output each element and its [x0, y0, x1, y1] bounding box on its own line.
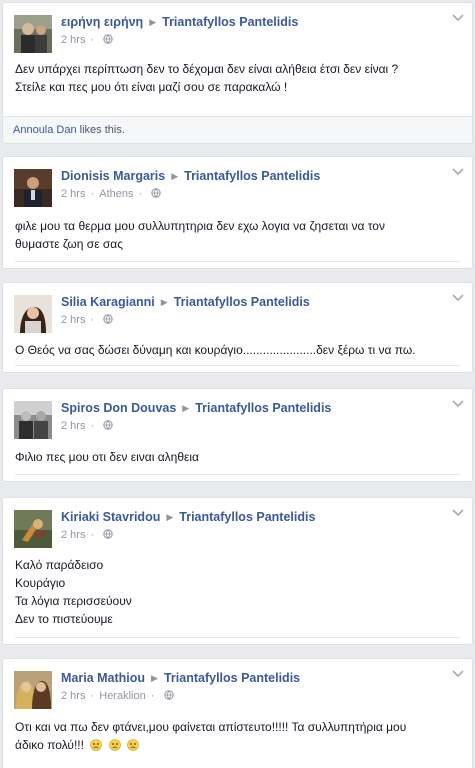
arrow-right-icon: ▶ — [149, 17, 157, 27]
target-link[interactable]: Triantafyllos Pantelidis — [179, 510, 315, 524]
avatar[interactable] — [14, 295, 52, 333]
avatar[interactable] — [14, 401, 52, 439]
message-line: Δεν υπάρχει περίπτωση δεν το δέχομαι δεν… — [15, 62, 399, 76]
message-line: άδικο πολύ!!! — [15, 736, 458, 754]
globe-icon[interactable] — [103, 34, 113, 44]
message-line: Ο Θεός να σας δώσει δύναμη και κουράγιο.… — [15, 343, 416, 357]
globe-icon[interactable] — [151, 188, 161, 198]
chevron-down-icon[interactable] — [452, 168, 464, 176]
post-meta: 2 hrs · — [61, 529, 113, 541]
post-header-names: Silia Karagianni ▶ Triantafyllos Pantelidi… — [61, 295, 310, 309]
post-meta: 2 hrs · Athens · — [61, 188, 161, 200]
timestamp[interactable]: 2 hrs — [61, 690, 85, 702]
globe-icon[interactable] — [163, 690, 174, 700]
chevron-down-icon[interactable] — [452, 400, 464, 408]
author-link[interactable]: Silia Karagianni — [61, 295, 155, 309]
post-meta: 2 hrs · — [61, 420, 113, 432]
post-message: Φιλιο πες μου οτι δεν ειναι αληθεια — [3, 441, 472, 466]
post-header-names: ειρήνη ειρήνη ▶ Triantafyllos Pantelidis — [61, 15, 298, 29]
sad-emoji-icon — [127, 739, 139, 751]
author-link[interactable]: Maria Mathiou — [61, 671, 145, 685]
post-card: Kiriaki Stavridou ▶ Triantafyllos Pantelid… — [2, 497, 473, 645]
chevron-down-icon[interactable] — [452, 670, 464, 678]
message-line: θυμαστε ζωη σε σας — [15, 237, 123, 251]
arrow-right-icon: ▶ — [166, 512, 174, 522]
arrow-right-icon: ▶ — [151, 673, 158, 683]
sad-emoji-icon — [90, 739, 103, 751]
avatar[interactable] — [14, 671, 52, 709]
post-meta: 2 hrs · — [61, 34, 113, 46]
sad-emoji-icon — [108, 739, 121, 751]
target-link[interactable]: Triantafyllos Pantelidis — [164, 671, 300, 685]
message-line: Καλό παράδεισο — [15, 558, 104, 572]
timestamp[interactable]: 2 hrs — [61, 188, 85, 200]
post-message: Οτι και να πω δεν φτάνει,μου φαίνεται απ… — [3, 711, 472, 754]
post-message: Καλό παράδεισο Κουράγιο Τα λόγια περισσε… — [3, 550, 472, 628]
post-header-names: Kiriaki Stavridou ▶ Triantafyllos Pantelid… — [61, 510, 315, 524]
location-link[interactable]: Heraklion — [99, 690, 145, 702]
message-line: φιλε μου τα θερμα μου συλλυπητηρια δεν ε… — [15, 219, 385, 233]
timestamp[interactable]: 2 hrs — [61, 34, 85, 46]
author-link[interactable]: Kiriaki Stavridou — [61, 510, 160, 524]
target-link[interactable]: Triantafyllos Pantelidis — [162, 15, 298, 29]
author-link[interactable]: Dionisis Margaris — [61, 169, 165, 183]
timestamp[interactable]: 2 hrs — [61, 529, 85, 541]
message-line: Οτι και να πω δεν φτάνει,μου φαίνεται απ… — [15, 720, 407, 734]
message-line: Στείλε και πες μου ότι είναι μαζί σου σε… — [15, 80, 288, 94]
globe-icon[interactable] — [103, 420, 113, 430]
post-card: ειρήνη ειρήνη ▶ Triantafyllos Pantelidis 2… — [2, 2, 473, 144]
author-link[interactable]: Spiros Don Douvas — [61, 401, 176, 415]
post-header-names: Spiros Don Douvas ▶ Triantafyllos Pantelid… — [61, 401, 331, 415]
likes-bar: Annoula Dan likes this. — [3, 116, 472, 143]
divider — [15, 261, 460, 262]
timestamp[interactable]: 2 hrs — [61, 314, 85, 326]
message-line: Κουράγιο — [15, 576, 66, 590]
post-card: Silia Karagianni ▶ Triantafyllos Pantelidi… — [2, 282, 473, 373]
chevron-down-icon[interactable] — [452, 509, 464, 517]
post-meta: 2 hrs · Heraklion · — [61, 690, 174, 702]
author-link[interactable]: ειρήνη ειρήνη — [61, 15, 143, 29]
arrow-right-icon: ▶ — [160, 297, 168, 307]
message-line: Δεν το πιστεύουμε — [15, 612, 113, 626]
message-line: Φιλιο πες μου οτι δεν ειναι αληθεια — [15, 450, 199, 464]
post-meta: 2 hrs · — [61, 314, 113, 326]
avatar[interactable] — [14, 15, 52, 53]
target-link[interactable]: Triantafyllos Pantelidis — [184, 169, 320, 183]
post-card: Spiros Don Douvas ▶ Triantafyllos Pantelid… — [2, 388, 473, 482]
message-line: Τα λόγια περισσεύουν — [15, 594, 132, 608]
post-card: Dionisis Margaris ▶ Triantafyllos Pantelid… — [2, 156, 473, 269]
timestamp[interactable]: 2 hrs — [61, 420, 85, 432]
globe-icon[interactable] — [103, 529, 113, 539]
location-link[interactable]: Athens — [99, 188, 133, 200]
post-header-names: Maria Mathiou ▶ Triantafyllos Pantelidis — [61, 671, 300, 685]
post-header-names: Dionisis Margaris ▶ Triantafyllos Pantelid… — [61, 169, 320, 183]
liker-link[interactable]: Annoula Dan — [13, 124, 77, 136]
post-message: Δεν υπάρχει περίπτωση δεν το δέχομαι δεν… — [3, 55, 472, 96]
target-link[interactable]: Triantafyllos Pantelidis — [195, 401, 331, 415]
avatar[interactable] — [14, 510, 52, 548]
chevron-down-icon[interactable] — [452, 14, 464, 22]
divider — [15, 474, 460, 475]
post-card: Maria Mathiou ▶ Triantafyllos Pantelidis 2… — [2, 658, 473, 768]
post-message: Ο Θεός να σας δώσει δύναμη και κουράγιο.… — [3, 335, 472, 359]
likes-text: likes this. — [76, 124, 125, 136]
arrow-right-icon: ▶ — [171, 171, 179, 181]
arrow-right-icon: ▶ — [182, 403, 190, 413]
message-line-text: άδικο πολύ!!! — [15, 738, 84, 752]
target-link[interactable]: Triantafyllos Pantelidis — [174, 295, 310, 309]
globe-icon[interactable] — [103, 314, 113, 324]
divider — [15, 365, 460, 366]
avatar[interactable] — [14, 169, 52, 207]
chevron-down-icon[interactable] — [452, 294, 464, 302]
divider — [15, 637, 460, 638]
post-message: φιλε μου τα θερμα μου συλλυπητηρια δεν ε… — [3, 209, 472, 253]
